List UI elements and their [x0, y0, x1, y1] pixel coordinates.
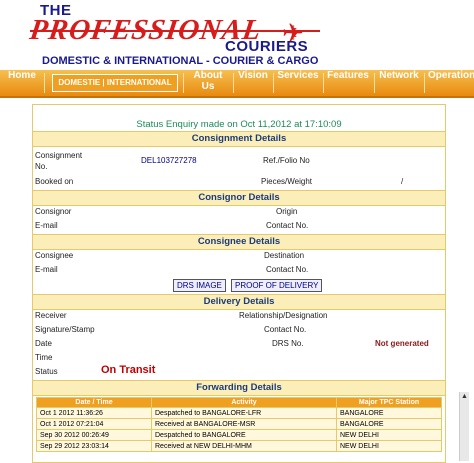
- booked-on-label: Booked on: [35, 177, 74, 186]
- consignor-label: Consignor: [35, 207, 72, 216]
- row-date: Oct 1 2012 11:36:26: [36, 407, 152, 419]
- nav-home[interactable]: Home: [4, 70, 40, 96]
- consignee-details-heading: Consignee Details: [33, 234, 445, 250]
- consignor-contact-label: Contact No.: [266, 221, 309, 230]
- status-enquiry-text: Status Enquiry made on Oct 11,2012 at 17…: [136, 119, 342, 130]
- drs-no-label: DRS No.: [272, 339, 304, 348]
- row-station: NEW DELHI: [336, 440, 442, 452]
- nav-operation[interactable]: Operation: [428, 70, 474, 96]
- pieces-weight-value: /: [401, 177, 404, 186]
- header-date-time: Date / Time: [36, 397, 152, 408]
- scroll-up-icon[interactable]: ▲: [460, 392, 469, 401]
- signature-label: Signature/Stamp: [35, 325, 95, 334]
- logo-tagline: DOMESTIC & INTERNATIONAL - COURIER & CAR…: [42, 55, 319, 67]
- row-station: BANGALORE: [336, 407, 442, 419]
- row-date: Sep 29 2012 23:03:14: [36, 440, 152, 452]
- drs-no-value: Not generated: [375, 339, 429, 348]
- consignee-contact-label: Contact No.: [266, 265, 309, 274]
- row-activity: Received at NEW DELHI-MHM: [151, 440, 337, 452]
- pieces-weight-label: Pieces/Weight: [261, 177, 312, 186]
- nav-separator: [183, 73, 184, 93]
- nav-network[interactable]: Network: [378, 70, 420, 96]
- nav-separator: [424, 73, 425, 93]
- consignor-email-label: E-mail: [35, 221, 58, 230]
- ref-folio-label: Ref./Folio No: [263, 156, 310, 165]
- row-activity: Despatched to BANGALORE-LFR: [151, 407, 337, 419]
- nav-separator: [273, 73, 274, 93]
- row-station: BANGALORE: [336, 418, 442, 430]
- status-label: Status: [35, 367, 58, 376]
- destination-label: Destination: [264, 251, 305, 260]
- delivery-details-heading: Delivery Details: [33, 294, 445, 310]
- nav-domestic-international[interactable]: DOMESTIE | INTERNATIONAL: [52, 74, 178, 92]
- vertical-scrollbar[interactable]: ▲: [459, 392, 469, 461]
- tracking-panel: Status Enquiry made on Oct 11,2012 at 17…: [32, 104, 446, 463]
- consignor-details-heading: Consignor Details: [33, 190, 445, 206]
- consignee-label: Consignee: [35, 251, 74, 260]
- consignee-email-label: E-mail: [35, 265, 58, 274]
- nav-separator: [233, 73, 234, 93]
- main-nav: Home DOMESTIE | INTERNATIONAL About Us V…: [0, 70, 474, 98]
- delivery-contact-label: Contact No.: [264, 325, 307, 334]
- row-station: NEW DELHI: [336, 429, 442, 441]
- relationship-label: Relationship/Designation: [239, 311, 328, 320]
- forwarding-details-heading: Forwarding Details: [33, 380, 445, 396]
- site-header: THE PROFESSIONAL ✈ COURIERS DOMESTIC & I…: [0, 0, 474, 68]
- date-label: Date: [35, 339, 52, 348]
- forwarding-table: Date / Time Activity Major TPC Station O…: [36, 397, 442, 452]
- logo-couriers: COURIERS: [225, 38, 309, 55]
- document-buttons: DRS IMAGE PROOF OF DELIVERY: [173, 279, 353, 292]
- consignment-no-value: DEL103727278: [141, 156, 197, 165]
- table-header-row: Date / Time Activity Major TPC Station: [36, 397, 442, 408]
- row-activity: Received at BANGALORE-MSR: [151, 418, 337, 430]
- nav-separator: [374, 73, 375, 93]
- nav-separator: [323, 73, 324, 93]
- header-activity: Activity: [151, 397, 337, 408]
- nav-about-us[interactable]: About Us: [186, 70, 230, 96]
- nav-vision[interactable]: Vision: [236, 70, 270, 96]
- row-date: Oct 1 2012 07:21:04: [36, 418, 152, 430]
- consignment-no-label: Consignment No.: [35, 151, 83, 171]
- time-label: Time: [35, 353, 53, 362]
- receiver-label: Receiver: [35, 311, 67, 320]
- table-row: Sep 30 2012 00:26:49 Despatched to BANGA…: [36, 429, 442, 441]
- row-date: Sep 30 2012 00:26:49: [36, 429, 152, 441]
- proof-of-delivery-button[interactable]: PROOF OF DELIVERY: [231, 279, 323, 292]
- table-row: Oct 1 2012 07:21:04 Received at BANGALOR…: [36, 418, 442, 430]
- header-station: Major TPC Station: [336, 397, 442, 408]
- table-row: Sep 29 2012 23:03:14 Received at NEW DEL…: [36, 440, 442, 452]
- nav-separator: [44, 73, 45, 93]
- consignment-details-heading: Consignment Details: [33, 131, 445, 147]
- table-row: Oct 1 2012 11:36:26 Despatched to BANGAL…: [36, 407, 442, 419]
- status-value: On Transit: [101, 364, 156, 376]
- row-activity: Despatched to BANGALORE: [151, 429, 337, 441]
- drs-image-button[interactable]: DRS IMAGE: [173, 279, 226, 292]
- nav-services[interactable]: Services: [276, 70, 320, 96]
- nav-features[interactable]: Features: [326, 70, 370, 96]
- origin-label: Origin: [276, 207, 298, 216]
